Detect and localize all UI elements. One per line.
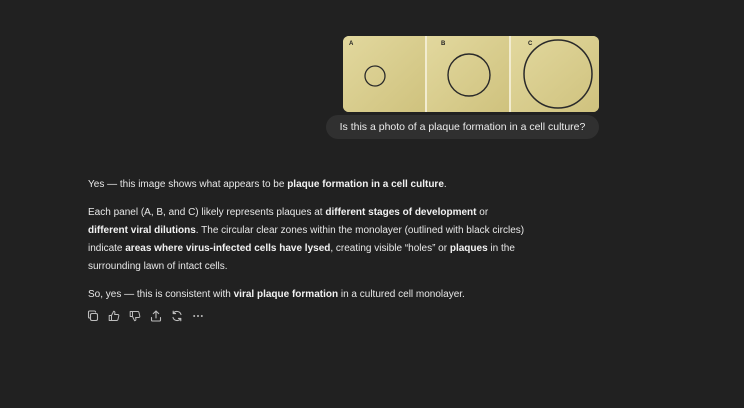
text-segment: So, yes — this is consistent with: [88, 289, 234, 300]
text-segment: , creating visible “holes” or: [330, 243, 450, 254]
plaque-photo: A B C: [343, 36, 599, 112]
share-icon: [150, 310, 162, 322]
more-options-button[interactable]: [191, 309, 205, 323]
copy-icon: [87, 310, 99, 322]
panel-label-a: A: [349, 41, 354, 47]
text-segment: in a cultured cell monolayer.: [338, 289, 465, 300]
thumbs-down-icon: [129, 311, 141, 322]
text-segment: or: [476, 207, 489, 218]
user-message-text: Is this a photo of a plaque formation in…: [339, 121, 586, 133]
text-segment: Yes — this image shows what appears to b…: [88, 179, 288, 190]
good-response-button[interactable]: [107, 309, 121, 323]
bold-segment: different viral dilutions: [88, 225, 196, 236]
more-icon: [193, 315, 203, 317]
bold-segment: areas where virus-infected cells have ly…: [125, 243, 331, 254]
regenerate-button[interactable]: [170, 309, 184, 323]
user-image-attachment[interactable]: A B C: [343, 36, 599, 112]
message-action-bar: [86, 308, 205, 324]
assistant-message: Yes — this image shows what appears to b…: [88, 176, 528, 314]
copy-button[interactable]: [86, 309, 100, 323]
panel-label-c: C: [528, 41, 533, 47]
text-segment: .: [443, 179, 447, 190]
bold-segment: plaque formation in a cell culture: [287, 179, 444, 190]
bold-segment: different stages of development: [325, 207, 477, 218]
bad-response-button[interactable]: [128, 309, 142, 323]
thumbs-up-icon: [108, 310, 120, 321]
panel-label-b: B: [441, 41, 446, 47]
assistant-paragraph-3: So, yes — this is consistent with viral …: [88, 286, 528, 304]
user-message-bubble: Is this a photo of a plaque formation in…: [326, 115, 599, 139]
share-button[interactable]: [149, 309, 163, 323]
regenerate-icon: [172, 310, 182, 322]
panel-a: [343, 36, 425, 112]
panel-b: [427, 36, 509, 112]
bold-segment: viral plaque formation: [233, 289, 339, 300]
text-segment: Each panel (A, B, and C) likely represen…: [88, 207, 326, 218]
bold-segment: plaques: [449, 243, 488, 254]
assistant-paragraph-2: Each panel (A, B, and C) likely represen…: [88, 204, 528, 276]
assistant-paragraph-1: Yes — this image shows what appears to b…: [88, 176, 528, 194]
